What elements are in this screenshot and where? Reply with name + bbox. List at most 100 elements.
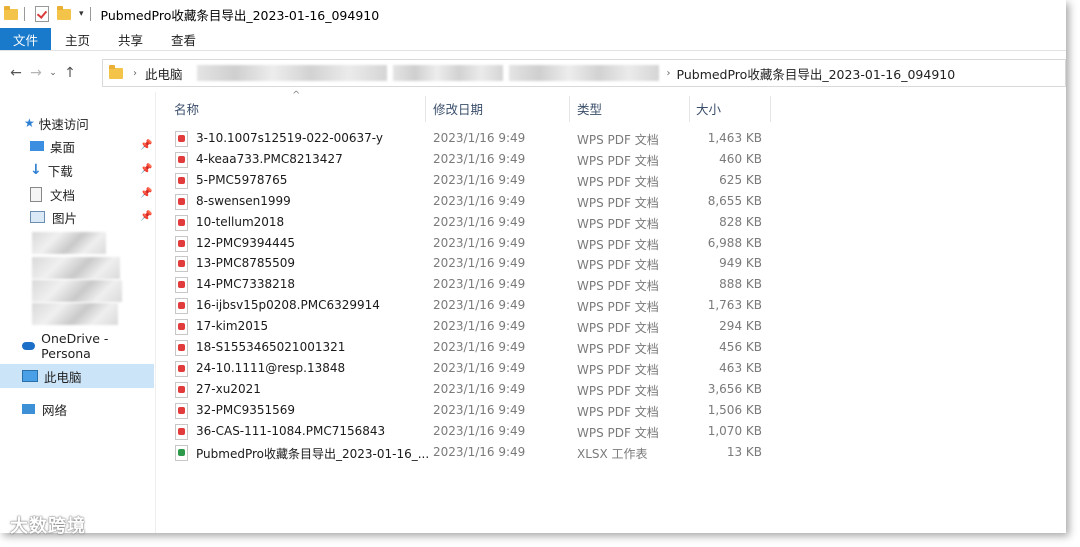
file-size: 463 KB [719,360,762,375]
file-type: WPS PDF 文档 [577,133,659,147]
pin-icon[interactable]: 📌 [140,140,152,151]
properties-icon[interactable] [35,6,49,22]
file-row[interactable]: 14-PMC7338218 2023/1/16 9:49 WPS PDF 文档 888… [170,274,780,295]
explorer-window: ▾ PubmedPro收藏条目导出_2023-01-16_094910 文件 主… [0,0,1066,533]
file-type: WPS PDF 文档 [577,362,659,377]
file-type: WPS PDF 文档 [577,279,659,294]
breadcrumb-current-folder[interactable]: PubmedPro收藏条目导出_2023-01-16_094910 [677,64,956,83]
column-header-type[interactable]: 类型 [577,94,602,122]
file-size: 460 KB [719,151,762,166]
sidebar-item-onedrive[interactable]: OneDrive - Persona [22,331,155,361]
file-type: XLSX 工作表 [577,446,648,461]
sidebar-item-label: 下载 [47,163,73,179]
star-icon: ★ [24,116,35,130]
column-divider[interactable] [770,96,771,122]
file-row[interactable]: 17-kim2015 2023/1/16 9:49 WPS PDF 文档 294 KB [170,316,780,337]
sidebar-item-downloads[interactable]: ↓ 下载 [30,160,73,180]
quick-access[interactable]: ★ 快速访问 [24,113,89,133]
column-divider[interactable] [425,96,426,122]
pdf-file-icon [175,193,188,210]
file-date: 2023/1/16 9:49 [433,151,526,166]
address-bar[interactable]: › 此电脑 › PubmedPro收藏条目导出_2023-01-16_09491… [102,59,1066,87]
blurred-folder-item[interactable] [32,280,122,302]
column-header-size[interactable]: 大小 [696,94,721,122]
file-size: 456 KB [719,340,762,354]
pin-icon[interactable]: 📌 [140,188,152,199]
tab-file[interactable]: 文件 [0,28,52,50]
column-divider[interactable] [689,96,690,122]
file-size: 294 KB [719,319,762,334]
breadcrumb-separator-icon: › [133,67,137,79]
column-header-name[interactable]: 名称 [174,94,199,122]
folder-icon [109,64,123,79]
blurred-folder-item[interactable] [32,232,106,254]
file-size: 6,988 KB [707,235,762,250]
file-name: 18-S1553465021001321 [196,340,346,354]
file-type: WPS PDF 文档 [577,321,659,336]
column-header-date[interactable]: 修改日期 [433,94,483,122]
file-row[interactable]: 16-ijbsv15p0208.PMC6329914 2023/1/16 9:49… [170,295,780,316]
pin-icon[interactable]: 📌 [140,164,152,175]
file-row[interactable]: 27-xu2021 2023/1/16 9:49 WPS PDF 文档 3,656 K… [170,379,780,400]
sidebar-item-label: 图片 [52,210,78,226]
column-divider[interactable] [569,96,570,122]
pdf-file-icon [175,256,188,273]
customize-toolbar-icon[interactable]: ▾ [79,9,84,19]
desktop-icon [30,141,44,151]
sidebar-item-label: 文档 [50,187,76,203]
file-date: 2023/1/16 9:49 [433,298,526,313]
file-row[interactable]: 24-10.1111@resp.13848 2023/1/16 9:49 WPS P… [170,358,780,379]
navigation-bar: ← → ⌄ ↑ › 此电脑 › PubmedPro收藏条目导出_2023-01-… [0,58,1066,88]
pin-icon[interactable]: 📌 [140,211,152,222]
file-type: WPS PDF 文档 [577,237,659,252]
cloud-icon [22,342,36,350]
blurred-folder-item[interactable] [32,303,118,325]
sidebar-item-label: OneDrive - Persona [41,331,109,361]
file-date: 2023/1/16 9:49 [433,444,526,459]
file-row[interactable]: 13-PMC8785509 2023/1/16 9:49 WPS PDF 文档 949… [170,253,780,274]
file-row[interactable]: 18-S1553465021001321 2023/1/16 9:49 WPS PD… [170,337,780,358]
sidebar-item-documents[interactable]: 文档 [30,184,75,204]
tab-view[interactable]: 查看 [157,28,210,50]
excel-file-icon [175,444,188,461]
watermark: 大数跨境 [10,516,86,537]
sort-ascending-icon: ^ [292,90,301,101]
file-name: 12-PMC9394445 [196,235,296,250]
file-name: PubmedPro收藏条目导出_2023-01-16_... [196,446,430,461]
blurred-folder-item[interactable] [32,257,120,279]
file-type: WPS PDF 文档 [577,174,659,189]
tab-home[interactable]: 主页 [51,28,104,50]
file-row[interactable]: 3-10.1007s12519-022-00637-y 2023/1/16 9:4… [170,128,780,149]
divider [24,7,25,21]
sidebar-item-this-pc[interactable]: 此电脑 [22,366,82,386]
back-arrow-icon[interactable]: ← [6,65,26,81]
file-row[interactable]: 36-CAS-111-1084.PMC7156843 2023/1/16 9:49… [170,421,780,442]
file-row[interactable]: 12-PMC9394445 2023/1/16 9:49 WPS PDF 文档 6,9… [170,233,780,254]
recent-locations-chevron-icon[interactable]: ⌄ [46,68,60,78]
new-folder-icon[interactable] [57,5,71,20]
file-date: 2023/1/16 9:49 [433,423,526,438]
file-row[interactable]: PubmedPro收藏条目导出_2023-01-16_... 2023/1/16 … [170,442,780,463]
file-size: 888 KB [719,277,762,292]
up-arrow-icon[interactable]: ↑ [60,65,80,81]
file-date: 2023/1/16 9:49 [433,360,526,375]
breadcrumb-this-pc[interactable]: 此电脑 [145,64,183,83]
tab-share[interactable]: 共享 [104,28,157,50]
breadcrumb-separator-icon: › [666,67,671,79]
file-row[interactable]: 32-PMC9351569 2023/1/16 9:49 WPS PDF 文档 1,5… [170,400,780,421]
file-row[interactable]: 5-PMC5978765 2023/1/16 9:49 WPS PDF 文档 625 … [170,170,780,191]
file-row[interactable]: 4-keaa733.PMC8213427 2023/1/16 9:49 WPS PD… [170,149,780,170]
sidebar-item-pictures[interactable]: 图片 [30,207,77,227]
file-date: 2023/1/16 9:49 [433,131,526,145]
sidebar-item-network[interactable]: 网络 [22,399,67,419]
file-row[interactable]: 10-tellum2018 2023/1/16 9:49 WPS PDF 文档 828… [170,212,780,233]
file-type: WPS PDF 文档 [577,425,659,440]
pdf-file-icon [175,381,188,398]
sidebar-item-desktop[interactable]: 桌面 [30,136,75,156]
title-bar: ▾ PubmedPro收藏条目导出_2023-01-16_094910 [0,0,1066,28]
file-name: 5-PMC5978765 [196,172,288,187]
pdf-file-icon [175,340,188,356]
forward-arrow-icon[interactable]: → [26,65,46,81]
pdf-file-icon [175,360,188,377]
file-row[interactable]: 8-swensen1999 2023/1/16 9:49 WPS PDF 文档 8,6… [170,191,780,212]
